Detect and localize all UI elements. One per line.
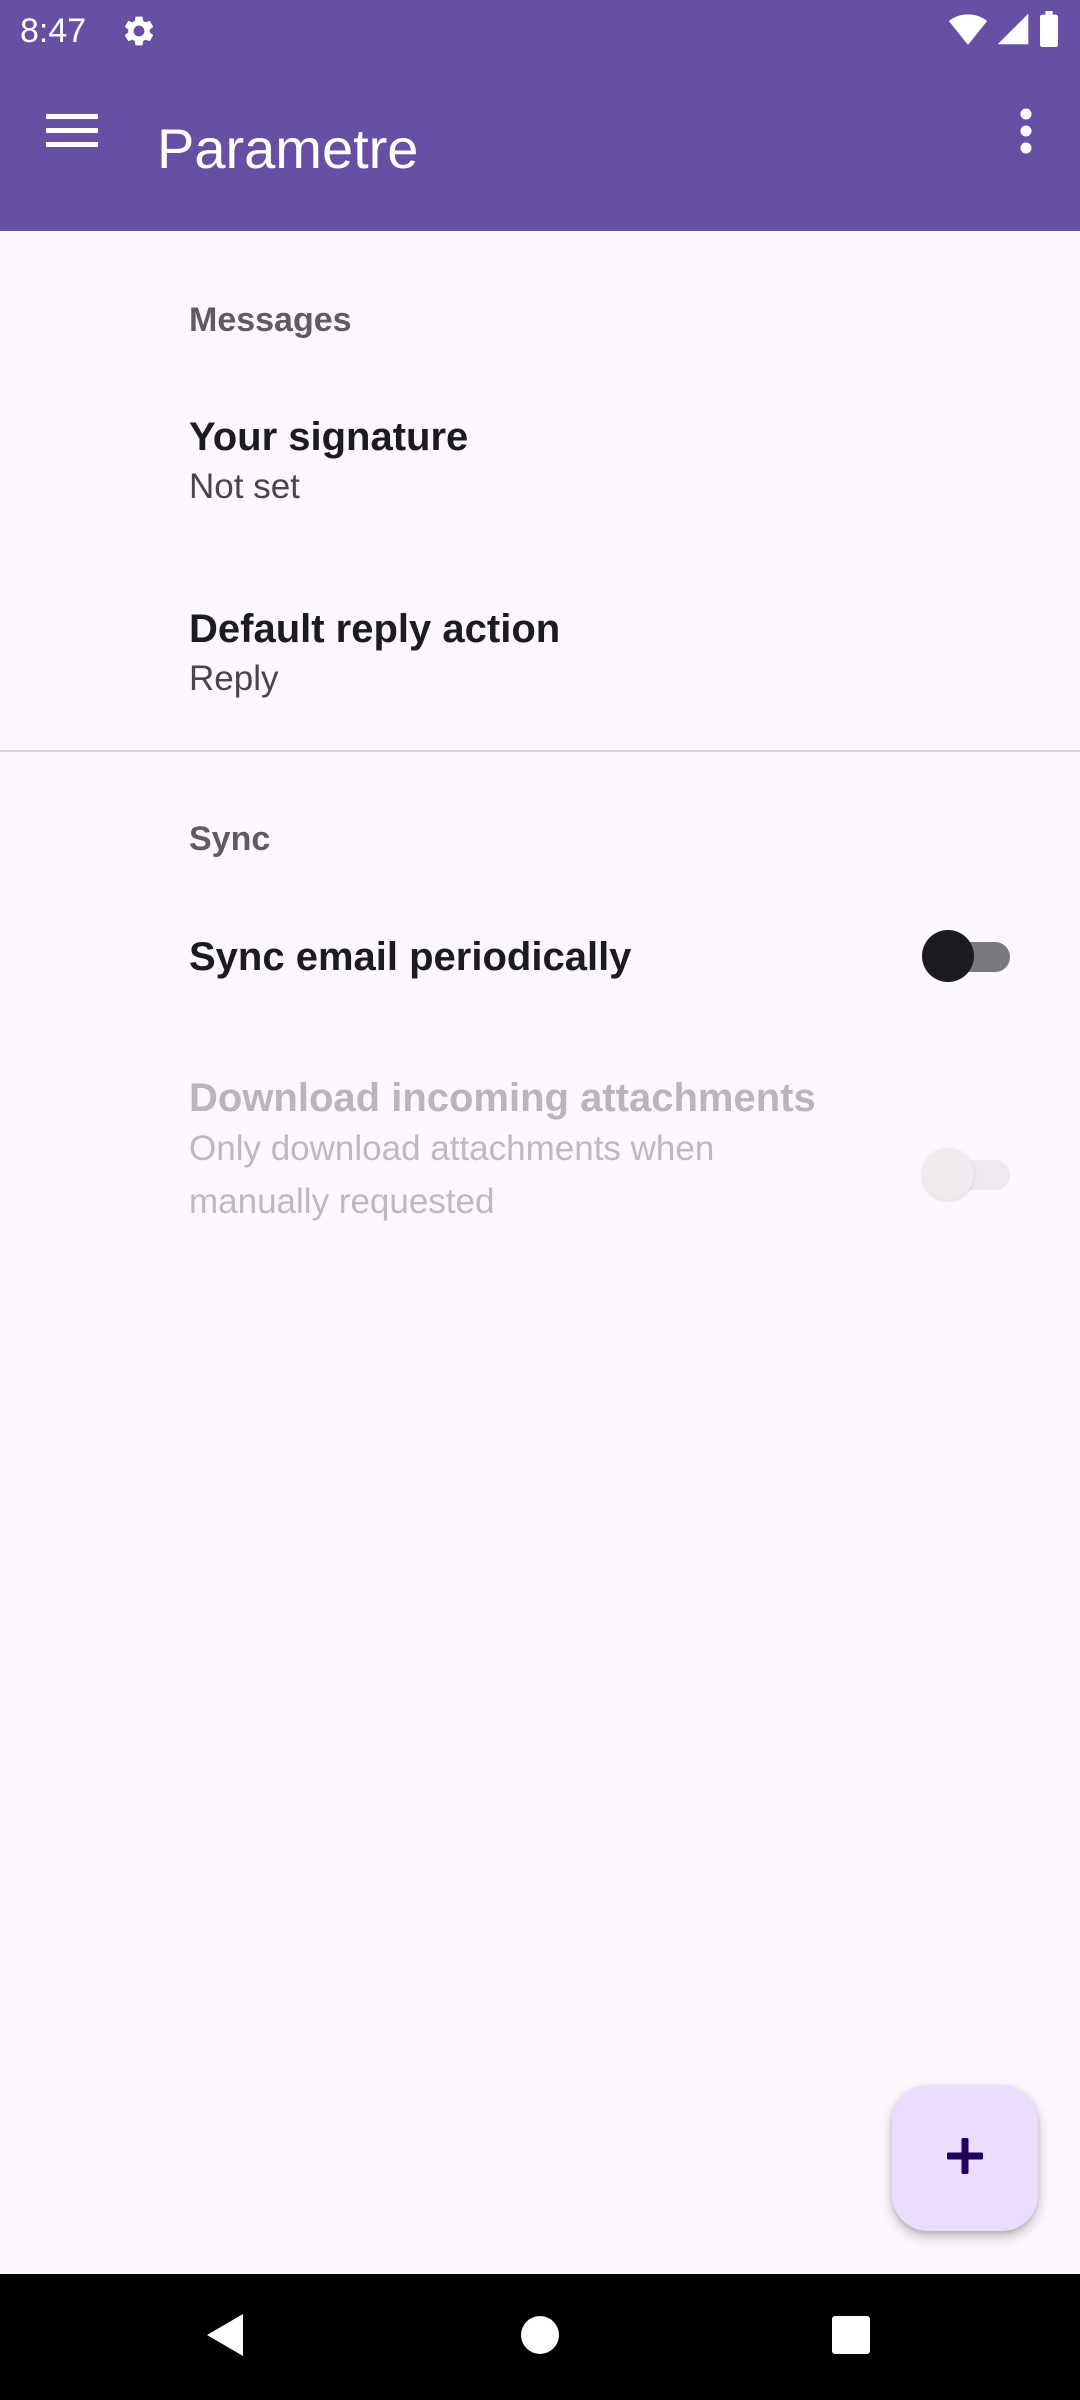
pref-summary: Only download attachments when manually … xyxy=(189,1129,715,1221)
section-divider xyxy=(0,750,1080,752)
switch-thumb xyxy=(922,930,974,982)
status-icons xyxy=(948,10,1060,52)
add-fab-button[interactable] xyxy=(892,2085,1038,2231)
section-header-sync: Sync xyxy=(189,820,271,858)
status-time: 8:47 xyxy=(20,12,87,50)
pref-title: Sync email periodically xyxy=(189,935,632,979)
back-button[interactable] xyxy=(185,2300,265,2374)
system-navigation-bar xyxy=(0,2274,1080,2400)
recents-icon xyxy=(831,2315,871,2360)
settings-screen: 8:47 Parametre Messages Your signature N… xyxy=(0,0,1080,2400)
pref-default-reply-action[interactable]: Default reply action Reply xyxy=(0,570,1080,748)
hamburger-menu-icon xyxy=(46,112,100,155)
pref-summary: Not set xyxy=(189,467,300,506)
download-attachments-switch xyxy=(922,1148,1010,1200)
plus-icon xyxy=(945,2136,985,2181)
pref-download-incoming-attachments: Download incoming attachments Only downl… xyxy=(0,1050,1080,1250)
navigation-menu-button[interactable] xyxy=(28,88,118,178)
overflow-menu-icon xyxy=(1019,108,1033,159)
pref-your-signature[interactable]: Your signature Not set xyxy=(0,378,1080,558)
page-title: Parametre xyxy=(157,117,419,180)
pref-title: Default reply action xyxy=(189,607,561,651)
section-header-messages: Messages xyxy=(189,301,352,339)
back-icon xyxy=(203,2311,247,2364)
pref-title: Download incoming attachments xyxy=(189,1076,816,1120)
status-bar: 8:47 xyxy=(0,0,1080,62)
cellular-signal-icon xyxy=(996,12,1030,51)
wifi-icon xyxy=(948,12,988,51)
settings-gear-icon xyxy=(121,13,157,49)
app-bar: Parametre xyxy=(0,62,1080,231)
home-icon xyxy=(519,2314,561,2361)
pref-sync-email-periodically[interactable]: Sync email periodically xyxy=(0,890,1080,1024)
sync-periodically-switch[interactable] xyxy=(922,930,1010,982)
switch-thumb xyxy=(922,1148,974,1200)
battery-icon xyxy=(1038,10,1060,52)
home-button[interactable] xyxy=(500,2300,580,2374)
pref-summary: Reply xyxy=(189,659,279,698)
recents-button[interactable] xyxy=(811,2300,891,2374)
overflow-menu-button[interactable] xyxy=(996,88,1056,178)
pref-title: Your signature xyxy=(189,415,469,459)
